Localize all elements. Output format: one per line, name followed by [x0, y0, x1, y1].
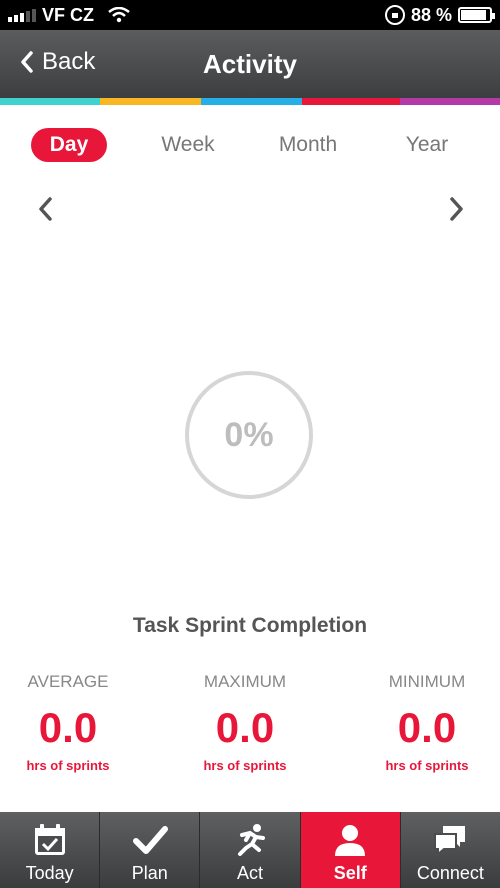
color-strip	[0, 98, 500, 105]
status-left: VF CZ	[8, 5, 130, 26]
color-strip-segment	[302, 98, 400, 105]
tab-connect[interactable]: Connect	[399, 812, 500, 888]
color-strip-segment	[400, 98, 500, 105]
section-title: Task Sprint Completion	[132, 614, 368, 637]
stat-value: 0.0	[215, 704, 275, 751]
previous-arrow-icon[interactable]	[34, 195, 58, 223]
stat-value: 0.0	[38, 704, 98, 751]
completion-percent: 0%	[224, 416, 274, 454]
stat-unit: hrs of sprints	[26, 758, 110, 773]
tab-plan[interactable]: Plan	[99, 812, 199, 888]
chat-bubbles-icon	[434, 826, 466, 857]
tab-label: Connect	[416, 863, 484, 883]
completion-ring: 0%	[184, 370, 314, 500]
battery-fill	[461, 10, 486, 20]
tab-label: Plan	[131, 863, 168, 883]
battery-percent: 88 %	[410, 4, 452, 25]
tab-label: Self	[333, 863, 367, 883]
stat-value: 0.0	[397, 704, 457, 751]
stat-label: MAXIMUM	[203, 672, 287, 691]
color-strip-segment	[201, 98, 302, 105]
next-arrow-icon[interactable]	[444, 195, 468, 223]
status-right: 88 %	[384, 4, 495, 26]
tab-month[interactable]: Month	[266, 128, 350, 162]
stat-label: MINIMUM	[388, 672, 466, 691]
tab-today[interactable]: Today	[0, 812, 99, 888]
carrier-name: VF CZ	[42, 4, 94, 25]
bottom-tab-bar: Today Plan Act Self Connect	[0, 812, 500, 888]
tab-self[interactable]: Self	[299, 812, 400, 888]
stat-minimum: MINIMUM 0.0 hrs of sprints	[367, 670, 487, 776]
tab-year[interactable]: Year	[396, 128, 458, 162]
tab-week[interactable]: Week	[148, 128, 228, 162]
stat-maximum: MAXIMUM 0.0 hrs of sprints	[185, 670, 305, 776]
stat-label: AVERAGE	[27, 672, 109, 691]
wifi-icon	[108, 7, 130, 23]
stat-unit: hrs of sprints	[385, 758, 469, 773]
signal-strength-icon	[8, 8, 36, 22]
person-icon	[335, 825, 366, 856]
color-strip-segment	[0, 98, 100, 105]
battery-icon	[458, 7, 495, 23]
tab-act[interactable]: Act	[199, 812, 299, 888]
tab-day[interactable]: Day	[31, 128, 107, 162]
page-title: Activity	[203, 48, 297, 79]
nav-bar: Back Activity	[0, 30, 500, 98]
back-label: Back	[42, 48, 96, 75]
rotation-lock-icon	[384, 5, 405, 25]
checkmark-icon	[132, 826, 168, 854]
tab-label: Act	[237, 863, 264, 883]
color-strip-segment	[100, 98, 201, 105]
chevron-left-icon	[21, 51, 33, 73]
status-bar: VF CZ 88 %	[0, 0, 500, 30]
stat-average: AVERAGE 0.0 hrs of sprints	[8, 670, 128, 776]
back-button[interactable]: Back	[20, 48, 95, 76]
calendar-check-icon	[34, 824, 65, 855]
stat-unit: hrs of sprints	[203, 758, 287, 773]
runner-icon	[238, 824, 265, 856]
tab-label: Today	[25, 863, 74, 883]
period-tabs: Day Week Month Year	[0, 128, 500, 164]
